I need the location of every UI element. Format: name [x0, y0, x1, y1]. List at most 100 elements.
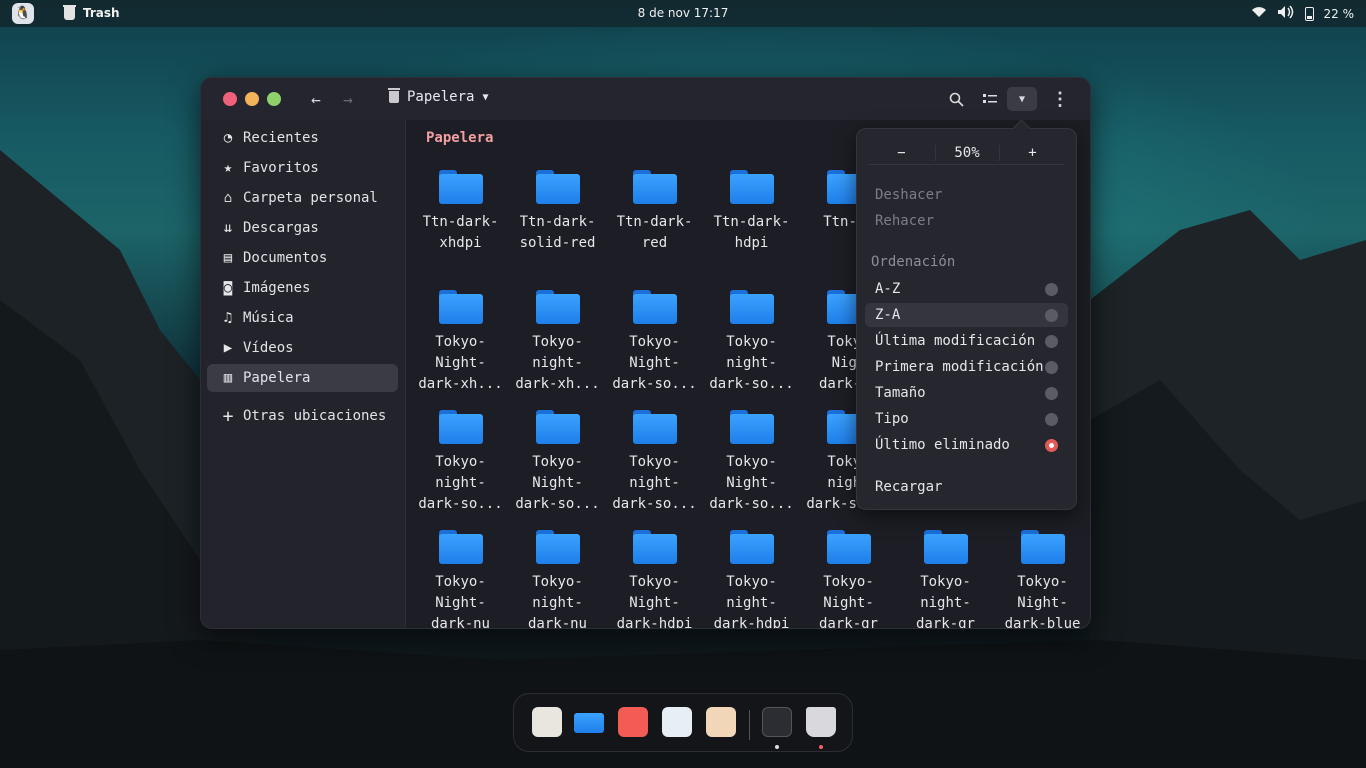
- file-item[interactable]: Ttn-dark-xhdpi: [412, 170, 509, 254]
- file-name-line: Night-: [629, 595, 680, 611]
- menu-item-label: A-Z: [875, 281, 901, 297]
- file-name-line: dark-so...: [515, 496, 600, 512]
- file-item[interactable]: Tokyo- Night-dark-gr: [800, 530, 897, 628]
- dock: [513, 693, 853, 752]
- header-bar: ← → Papelera ▼ ▼ ⋮: [201, 78, 1090, 120]
- file-item[interactable]: Tokyo-night-dark-hdpi: [703, 530, 800, 628]
- text-editor-icon[interactable]: [662, 707, 692, 737]
- kebab-menu-icon: ⋮: [1051, 88, 1069, 110]
- location-title[interactable]: Papelera ▼: [388, 88, 488, 105]
- file-item[interactable]: Tokyo- Night-dark-so...: [606, 290, 703, 395]
- forward-button[interactable]: →: [335, 87, 361, 111]
- file-name-line: Night-: [435, 355, 486, 371]
- menu-item-label: Tamaño: [875, 385, 926, 401]
- search-button[interactable]: [943, 87, 969, 111]
- sidebar-item-home[interactable]: ⌂ Carpeta personal: [207, 184, 398, 212]
- system-tray[interactable]: 22 %: [1251, 5, 1354, 22]
- folder-icon: [632, 410, 677, 444]
- sidebar-item-label: Otras ubicaciones: [243, 408, 387, 424]
- file-item[interactable]: Tokyo- Night-dark-hdpi: [606, 530, 703, 628]
- file-item[interactable]: Tokyo- Night-dark-so...: [509, 410, 606, 515]
- file-item[interactable]: Ttn-dark-hdpi: [703, 170, 800, 254]
- terminal-icon[interactable]: [762, 707, 792, 737]
- view-options-button[interactable]: ▼: [1007, 87, 1037, 111]
- file-item[interactable]: Tokyo-night-dark-nu: [509, 530, 606, 628]
- file-item[interactable]: Tokyo-night-dark-so...: [703, 290, 800, 395]
- undo-item[interactable]: Deshacer: [865, 183, 1068, 207]
- sort-section-header: Ordenación: [871, 254, 956, 270]
- running-indicator: [819, 745, 823, 749]
- sidebar-item-label: Vídeos: [243, 340, 294, 356]
- sort-option-first-modified[interactable]: Primera modificación: [865, 355, 1068, 379]
- file-item[interactable]: Tokyo- Night-dark-xh...: [412, 290, 509, 395]
- file-name-line: night-: [435, 475, 486, 491]
- file-name-line: dark-xh...: [418, 376, 503, 392]
- reload-item[interactable]: Recargar: [865, 475, 1068, 499]
- file-name-line: Tokyo-: [1017, 574, 1068, 590]
- file-name-line: red: [641, 235, 668, 251]
- sidebar-item-videos[interactable]: ▶ Vídeos: [207, 334, 398, 362]
- zoom-level: 50%: [934, 144, 1000, 161]
- screenshot-icon[interactable]: [618, 707, 648, 737]
- file-item[interactable]: Tokyo- Night-dark-nu: [412, 530, 509, 628]
- minimize-button[interactable]: [245, 92, 259, 106]
- file-name-line: Ttn-dark-: [519, 214, 596, 230]
- radio-icon: [1045, 282, 1058, 296]
- file-name-line: Ttn-dark-: [713, 214, 790, 230]
- clock[interactable]: 8 de nov 17:17: [0, 6, 1366, 20]
- file-item[interactable]: Tokyo- Night-dark-blue: [994, 530, 1090, 629]
- file-item[interactable]: Ttn-dark-solid-red: [509, 170, 606, 254]
- close-button[interactable]: [223, 92, 237, 106]
- redo-item[interactable]: Rehacer: [865, 209, 1068, 233]
- sidebar-item-recientes[interactable]: ◔ Recientes: [207, 124, 398, 152]
- sort-option-az[interactable]: A-Z: [865, 277, 1068, 301]
- sidebar-item-documentos[interactable]: ▤ Documentos: [207, 244, 398, 272]
- folder-icon: [438, 170, 483, 204]
- file-name-line: night-: [726, 355, 777, 371]
- sidebar-item-otras-ubicaciones[interactable]: + Otras ubicaciones: [207, 402, 398, 430]
- star-icon: ★: [223, 160, 233, 176]
- back-button[interactable]: ←: [303, 87, 329, 111]
- sort-option-za[interactable]: Z-A: [865, 303, 1068, 327]
- sidebar-item-label: Imágenes: [243, 280, 311, 296]
- trash-icon[interactable]: [806, 707, 836, 737]
- file-item[interactable]: Tokyo-night-dark-xh...: [509, 290, 606, 395]
- file-name-line: Ttn-dark-: [422, 214, 499, 230]
- file-name-line: Night-: [726, 475, 777, 491]
- zoom-out-button[interactable]: −: [869, 145, 934, 161]
- sort-option-type[interactable]: Tipo: [865, 407, 1068, 431]
- location-label: Papelera: [407, 89, 475, 105]
- sidebar-item-papelera[interactable]: ▥ Papelera: [207, 364, 398, 392]
- folder-icon: [1020, 530, 1065, 564]
- app-grid-icon[interactable]: [532, 707, 562, 737]
- sidebar-item-musica[interactable]: ♫ Música: [207, 304, 398, 332]
- file-item[interactable]: Ttn-dark-red: [606, 170, 703, 254]
- maximize-button[interactable]: [267, 92, 281, 106]
- sidebar-item-favoritos[interactable]: ★ Favoritos: [207, 154, 398, 182]
- sort-option-last-deleted[interactable]: Último eliminado: [865, 433, 1068, 457]
- file-item[interactable]: Tokyo-night-dark-so...: [412, 410, 509, 515]
- file-item[interactable]: Tokyo- Night-dark-so...: [703, 410, 800, 515]
- plus-icon: +: [222, 405, 234, 427]
- view-list-button[interactable]: [977, 87, 1003, 111]
- sort-option-size[interactable]: Tamaño: [865, 381, 1068, 405]
- volume-icon: [1277, 5, 1295, 22]
- file-name-line: dark-blue: [1004, 616, 1081, 629]
- file-name-line: Tokyo-: [435, 574, 486, 590]
- sort-option-last-modified[interactable]: Última modificación: [865, 329, 1068, 353]
- top-panel: 🐧 Trash 8 de nov 17:17 22 %: [0, 0, 1366, 27]
- files-icon[interactable]: [574, 707, 604, 737]
- music-icon: ♫: [223, 310, 233, 326]
- file-name-line: Night-: [1017, 595, 1068, 611]
- file-item[interactable]: Tokyo-night-dark-gr: [897, 530, 994, 628]
- menu-item-label: Último eliminado: [875, 437, 1010, 453]
- radio-icon: [1045, 360, 1058, 374]
- zoom-in-button[interactable]: +: [1000, 145, 1065, 161]
- sidebar-item-descargas[interactable]: ⇊ Descargas: [207, 214, 398, 242]
- sidebar-item-imagenes[interactable]: ◙ Imágenes: [207, 274, 398, 302]
- file-name-line: dark-so...: [612, 496, 697, 512]
- file-item[interactable]: Tokyo-night-dark-so...: [606, 410, 703, 515]
- main-menu-button[interactable]: ⋮: [1047, 87, 1073, 111]
- document-icon: ▤: [223, 250, 233, 266]
- document-viewer-icon[interactable]: [706, 707, 736, 737]
